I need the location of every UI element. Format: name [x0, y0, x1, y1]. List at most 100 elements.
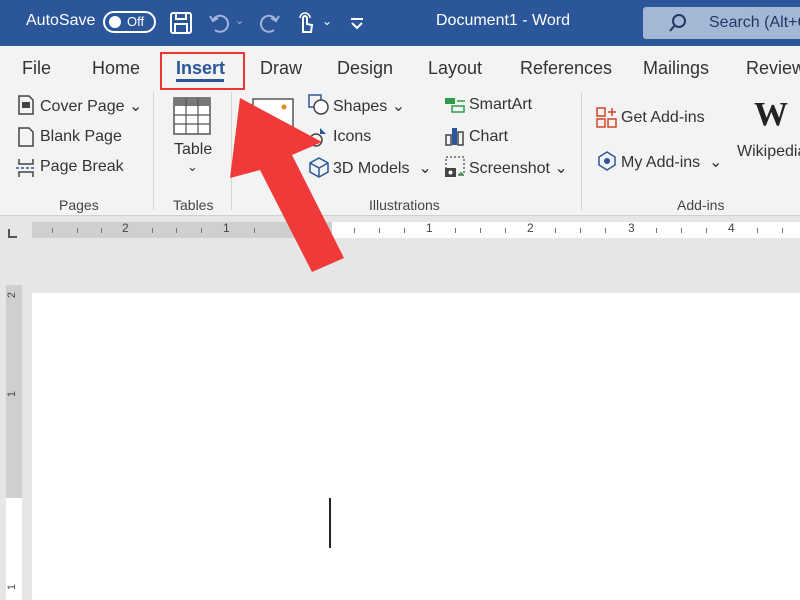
tab-layout[interactable]: Layout	[428, 58, 482, 79]
insert-tab-highlight	[160, 52, 245, 90]
ribbon-insert: Cover Page ⌄ Blank Page Page Break Pages…	[0, 90, 800, 216]
get-addins-icon	[596, 107, 617, 128]
tab-mailings[interactable]: Mailings	[643, 58, 709, 79]
ruler-label: 3	[628, 221, 635, 235]
ruler-tick	[706, 228, 707, 233]
screenshot-label: Screenshot	[469, 160, 550, 177]
autosave-toggle[interactable]: Off	[103, 11, 156, 33]
ruler-tick	[152, 228, 153, 233]
ruler-tick	[201, 228, 202, 233]
ruler-tick	[555, 228, 556, 233]
my-addins-icon	[598, 151, 616, 171]
cover-page-button[interactable]: Cover Page ⌄	[40, 96, 142, 116]
tab-design[interactable]: Design	[337, 58, 393, 79]
wikipedia-button[interactable]: Wikipedia	[737, 143, 800, 161]
vertical-ruler[interactable]: 2 1 1	[6, 285, 22, 600]
smartart-icon	[445, 98, 465, 113]
ruler-tick	[605, 228, 606, 233]
ruler-tick	[379, 228, 380, 233]
get-addins-button[interactable]: Get Add-ins	[621, 109, 705, 127]
chart-icon	[445, 128, 464, 146]
my-addins-button[interactable]: My Add-ins ⌄	[621, 152, 722, 172]
ribbon-tabs: File Home Insert Draw Design Layout Refe…	[0, 46, 800, 90]
3d-models-label: 3D Models	[333, 160, 410, 177]
toggle-knob	[109, 16, 121, 28]
ruler-tick	[656, 228, 657, 233]
ruler-tick	[455, 228, 456, 233]
ruler-tick	[782, 228, 783, 233]
undo-dropdown-icon[interactable]: ⌄	[235, 14, 244, 27]
search-icon	[669, 14, 686, 32]
blank-page-button[interactable]: Blank Page	[40, 128, 122, 146]
ruler-tick	[254, 228, 255, 233]
ruler-tick	[404, 228, 405, 233]
ruler-label: 1	[223, 221, 230, 235]
tab-home[interactable]: Home	[92, 58, 140, 79]
autosave-state: Off	[127, 14, 145, 29]
touch-mode-icon[interactable]	[293, 10, 319, 36]
screenshot-icon	[445, 156, 465, 177]
cover-page-label: Cover Page	[40, 98, 125, 115]
blank-page-icon	[18, 127, 34, 147]
tab-references[interactable]: References	[520, 58, 612, 79]
touch-dropdown-icon[interactable]: ⌄	[322, 14, 332, 28]
cover-page-icon	[18, 95, 34, 115]
3d-models-button[interactable]: 3D Models ⌄	[333, 158, 432, 178]
shapes-button[interactable]: Shapes ⌄	[333, 96, 405, 116]
pages-group-label: Pages	[59, 197, 99, 213]
horizontal-ruler[interactable]: 2 1 1 2 3 4	[0, 216, 800, 242]
wikipedia-icon[interactable]: W	[754, 96, 788, 134]
page-break-icon	[16, 159, 36, 177]
search-placeholder: Search (Alt+Q)	[709, 14, 800, 31]
table-dropdown-icon[interactable]: ⌄	[187, 159, 198, 175]
customize-qat-icon[interactable]	[346, 12, 368, 34]
pictures-icon[interactable]	[252, 98, 294, 132]
icons-button[interactable]: Icons	[333, 128, 371, 146]
tables-group-label: Tables	[173, 197, 214, 213]
vertical-ruler-label: 1	[6, 390, 19, 398]
tab-selector-icon[interactable]	[8, 229, 17, 238]
search-box[interactable]: Search (Alt+Q)	[643, 7, 800, 39]
smartart-button[interactable]: SmartArt	[469, 96, 532, 114]
ruler-label: 4	[728, 221, 735, 235]
shapes-icon	[308, 94, 329, 115]
autosave-label: AutoSave	[26, 12, 96, 29]
ruler-tick	[52, 228, 53, 233]
ruler-tick	[77, 228, 78, 233]
chart-button[interactable]: Chart	[469, 128, 508, 146]
redo-icon[interactable]	[256, 10, 282, 36]
table-icon[interactable]	[172, 96, 212, 136]
ruler-label: 2	[527, 221, 534, 235]
my-addins-label: My Add-ins	[621, 154, 701, 171]
ruler-tick	[505, 228, 506, 233]
ruler-label: 1	[426, 221, 433, 235]
icons-icon	[309, 128, 326, 147]
vertical-ruler-label: 1	[6, 583, 19, 591]
ruler-label: 2	[122, 221, 129, 235]
tab-draw[interactable]: Draw	[260, 58, 302, 79]
addins-group-label: Add-ins	[677, 197, 725, 213]
document-page[interactable]	[32, 293, 800, 600]
ruler-tick	[681, 228, 682, 233]
tab-file[interactable]: File	[22, 58, 51, 79]
title-bar: AutoSave Off ⌄ ⌄ Document1 - Word Search…	[0, 0, 800, 46]
ruler-tick	[757, 228, 758, 233]
group-separator	[153, 92, 154, 210]
save-icon[interactable]	[168, 10, 194, 36]
table-button[interactable]: Table	[174, 141, 212, 159]
ruler-tick	[354, 228, 355, 233]
group-separator	[231, 92, 232, 210]
ruler-tick	[480, 228, 481, 233]
3d-models-icon	[309, 157, 329, 178]
tab-review[interactable]: Review	[746, 58, 800, 79]
shapes-label: Shapes	[333, 98, 388, 115]
ruler-tick	[580, 228, 581, 233]
ruler-tick	[101, 228, 102, 233]
illustrations-group-label: Illustrations	[369, 197, 440, 213]
page-break-button[interactable]: Page Break	[40, 158, 124, 176]
ruler-tick	[176, 228, 177, 233]
screenshot-button[interactable]: Screenshot ⌄	[469, 158, 568, 178]
vertical-ruler-label: 2	[6, 291, 19, 299]
undo-icon[interactable]	[207, 10, 233, 36]
text-cursor	[329, 498, 331, 548]
